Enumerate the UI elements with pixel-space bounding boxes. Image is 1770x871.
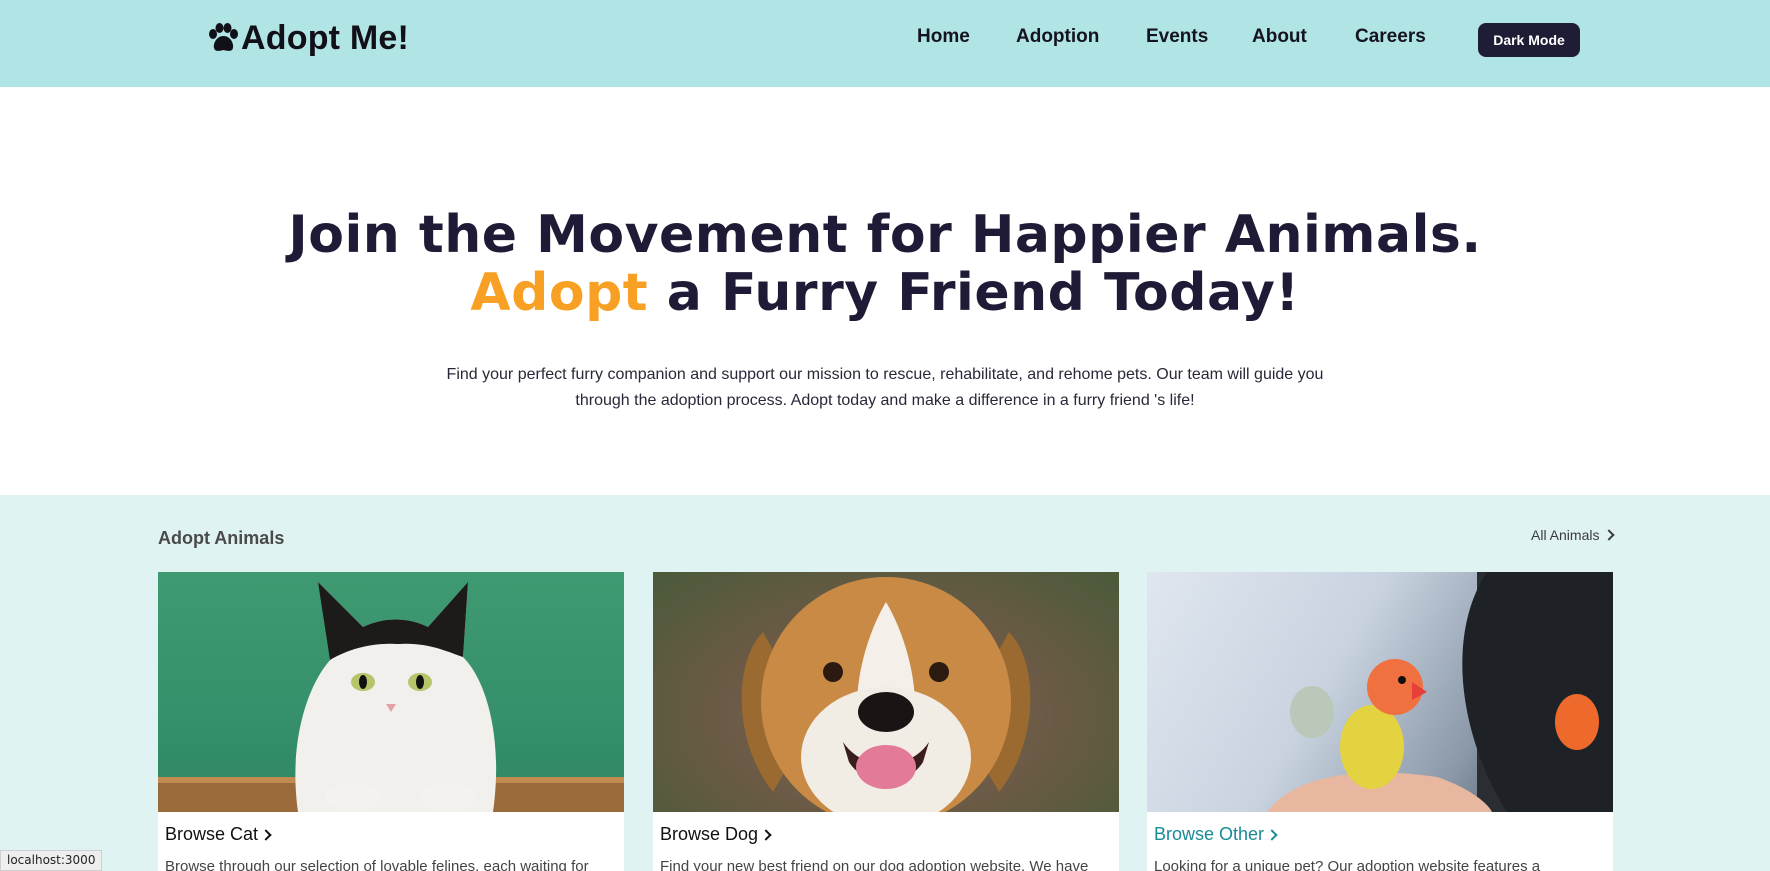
card-title-other-label: Browse Other	[1154, 824, 1265, 844]
chevron-right-icon	[1603, 529, 1616, 541]
all-animals-label: All Animals	[1531, 527, 1600, 543]
card-title-cat[interactable]: Browse Cat	[165, 824, 272, 845]
card-desc-other: Looking for a unique pet? Our adoption w…	[1154, 858, 1541, 871]
hero-title-line2: a Furry Friend Today!	[648, 263, 1300, 323]
card-desc-dog: Find your new best friend on our dog ado…	[660, 858, 1089, 871]
hero-description: Find your perfect furry companion and su…	[446, 366, 1324, 409]
top-navbar: Adopt Me! Home Adoption Events About Car…	[0, 0, 1770, 87]
nav-events[interactable]: Events	[1146, 26, 1208, 48]
chevron-right-icon	[260, 828, 272, 841]
nav-careers[interactable]: Careers	[1355, 26, 1426, 48]
browser-status-bar: localhost:3000	[0, 850, 103, 871]
nav-home[interactable]: Home	[917, 26, 970, 48]
card-dog[interactable]: Browse Dog Find your new best friend on …	[653, 572, 1119, 871]
cat-image	[158, 572, 624, 812]
hero-title: Join the Movement for Happier Animals. A…	[0, 206, 1770, 322]
dog-image	[653, 572, 1119, 812]
card-title-dog[interactable]: Browse Dog	[660, 824, 772, 845]
nav-about[interactable]: About	[1252, 26, 1307, 48]
card-title-other[interactable]: Browse Other	[1154, 824, 1278, 845]
all-animals-link[interactable]: All Animals	[1531, 527, 1616, 543]
nav-adoption[interactable]: Adoption	[1016, 26, 1099, 48]
hero-title-accent: Adopt	[470, 263, 649, 323]
chevron-right-icon	[1266, 828, 1278, 841]
bird-image	[1147, 572, 1613, 812]
card-title-dog-label: Browse Dog	[660, 824, 759, 844]
card-title-cat-label: Browse Cat	[165, 824, 259, 844]
card-desc-cat: Browse through our selection of lovable …	[165, 858, 589, 871]
card-cat[interactable]: Browse Cat Browse through our selection …	[158, 572, 624, 871]
card-other[interactable]: Browse Other Looking for a unique pet? O…	[1147, 572, 1613, 871]
adopt-animals-section: Adopt Animals All Animals Browse Cat Bro…	[0, 495, 1770, 871]
dark-mode-button[interactable]: Dark Mode	[1478, 23, 1580, 57]
section-title: Adopt Animals	[158, 528, 285, 548]
hero-title-line1: Join the Movement for Happier Animals.	[288, 205, 1482, 265]
chevron-right-icon	[760, 828, 772, 841]
